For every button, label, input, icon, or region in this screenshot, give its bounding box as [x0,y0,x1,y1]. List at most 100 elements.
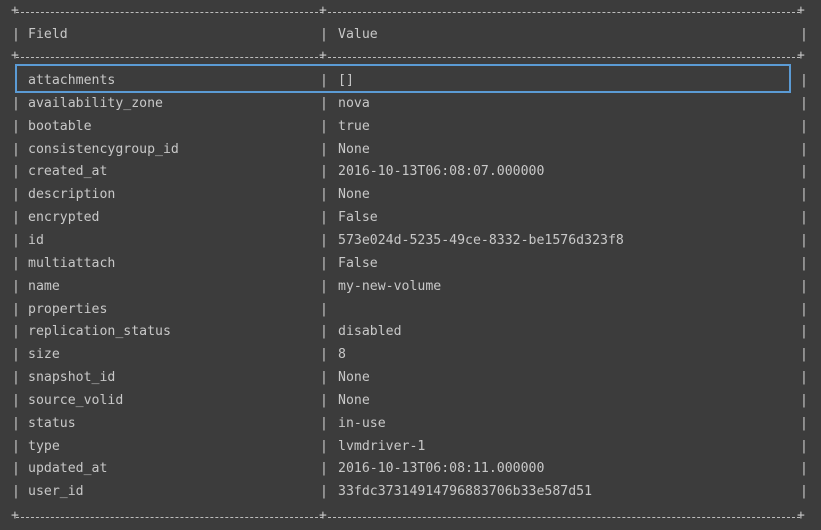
column-separator: | [12,439,20,454]
table-corner: + [797,508,805,523]
column-separator: | [320,302,328,317]
table-cell-value: true [338,119,370,134]
column-separator: | [800,96,808,111]
column-separator: | [12,324,20,339]
column-separator: | [12,393,20,408]
column-separator: | [800,370,808,385]
column-separator: | [12,142,20,157]
column-separator: | [320,233,328,248]
column-separator: | [12,210,20,225]
table-header-border [16,57,323,58]
column-separator: | [800,484,808,499]
table-corner: + [11,48,19,63]
table-cell-field: consistencygroup_id [28,142,179,157]
table-corner: + [11,508,19,523]
column-separator: | [800,461,808,476]
column-separator: | [800,119,808,134]
column-separator: | [12,96,20,111]
column-separator: | [320,164,328,179]
table-header-border [328,57,800,58]
table-corner: + [11,3,19,18]
table-cell-value: disabled [338,324,402,339]
table-cell-field: id [28,233,44,248]
column-separator: | [12,347,20,362]
table-cell-field: status [28,416,76,431]
table-cell-value: False [338,256,378,271]
table-cell-value: 8 [338,347,346,362]
terminal-output: + + + | Field | Value | + + + | attachmen… [0,0,821,530]
column-separator: | [320,461,328,476]
column-separator: | [12,461,20,476]
column-separator: | [12,370,20,385]
table-cell-field: bootable [28,119,92,134]
table-cell-value: None [338,187,370,202]
column-separator: | [800,27,808,42]
table-top-border [16,12,323,13]
row-selection-highlight [15,64,791,93]
column-separator: | [320,210,328,225]
column-separator: | [320,370,328,385]
table-cell-field: user_id [28,484,84,499]
column-separator: | [800,233,808,248]
column-separator: | [12,27,20,42]
column-separator: | [320,187,328,202]
table-cell-field: properties [28,302,108,317]
column-separator: | [800,187,808,202]
table-cell-field: description [28,187,116,202]
table-cell-value: None [338,393,370,408]
column-separator: | [320,27,328,42]
table-cell-value: 2016-10-13T06:08:11.000000 [338,461,545,476]
table-corner: + [319,48,327,63]
column-separator: | [12,279,20,294]
table-corner: + [797,48,805,63]
table-cell-value: my-new-volume [338,279,442,294]
table-cell-value: nova [338,96,370,111]
table-cell-field: encrypted [28,210,100,225]
table-bottom-border [16,517,323,518]
column-separator: | [320,324,328,339]
table-cell-value: lvmdriver-1 [338,439,426,454]
column-separator: | [800,416,808,431]
column-separator: | [12,119,20,134]
table-cell-value: None [338,142,370,157]
table-cell-field: size [28,347,60,362]
table-cell-value: None [338,370,370,385]
table-cell-value: in-use [338,416,386,431]
column-separator: | [320,484,328,499]
column-separator: | [12,484,20,499]
column-separator: | [12,187,20,202]
table-cell-value: 573e024d-5235-49ce-8332-be1576d323f8 [338,233,624,248]
column-separator: | [800,164,808,179]
column-separator: | [800,347,808,362]
table-cell-value: 33fdc37314914796883706b33e587d51 [338,484,593,499]
column-separator: | [12,302,20,317]
column-separator: | [320,256,328,271]
column-separator: | [12,233,20,248]
table-cell-field: replication_status [28,324,171,339]
table-corner: + [319,508,327,523]
column-separator: | [320,96,328,111]
table-cell-field: updated_at [28,461,108,476]
table-cell-field: name [28,279,60,294]
column-separator: | [800,324,808,339]
column-separator: | [800,256,808,271]
column-separator: | [320,393,328,408]
column-separator: | [320,439,328,454]
column-separator: | [12,256,20,271]
table-cell-field: created_at [28,164,108,179]
table-cell-field: snapshot_id [28,370,116,385]
column-separator: | [320,119,328,134]
column-separator: | [320,416,328,431]
column-separator: | [320,142,328,157]
column-separator: | [320,347,328,362]
column-separator: | [800,302,808,317]
header-field: Field [28,27,68,42]
column-separator: | [12,416,20,431]
table-cell-value: 2016-10-13T06:08:07.000000 [338,164,545,179]
table-cell-field: availability_zone [28,96,163,111]
column-separator: | [320,279,328,294]
column-separator: | [800,73,808,88]
table-cell-field: type [28,439,60,454]
table-corner: + [797,3,805,18]
table-cell-value: False [338,210,378,225]
